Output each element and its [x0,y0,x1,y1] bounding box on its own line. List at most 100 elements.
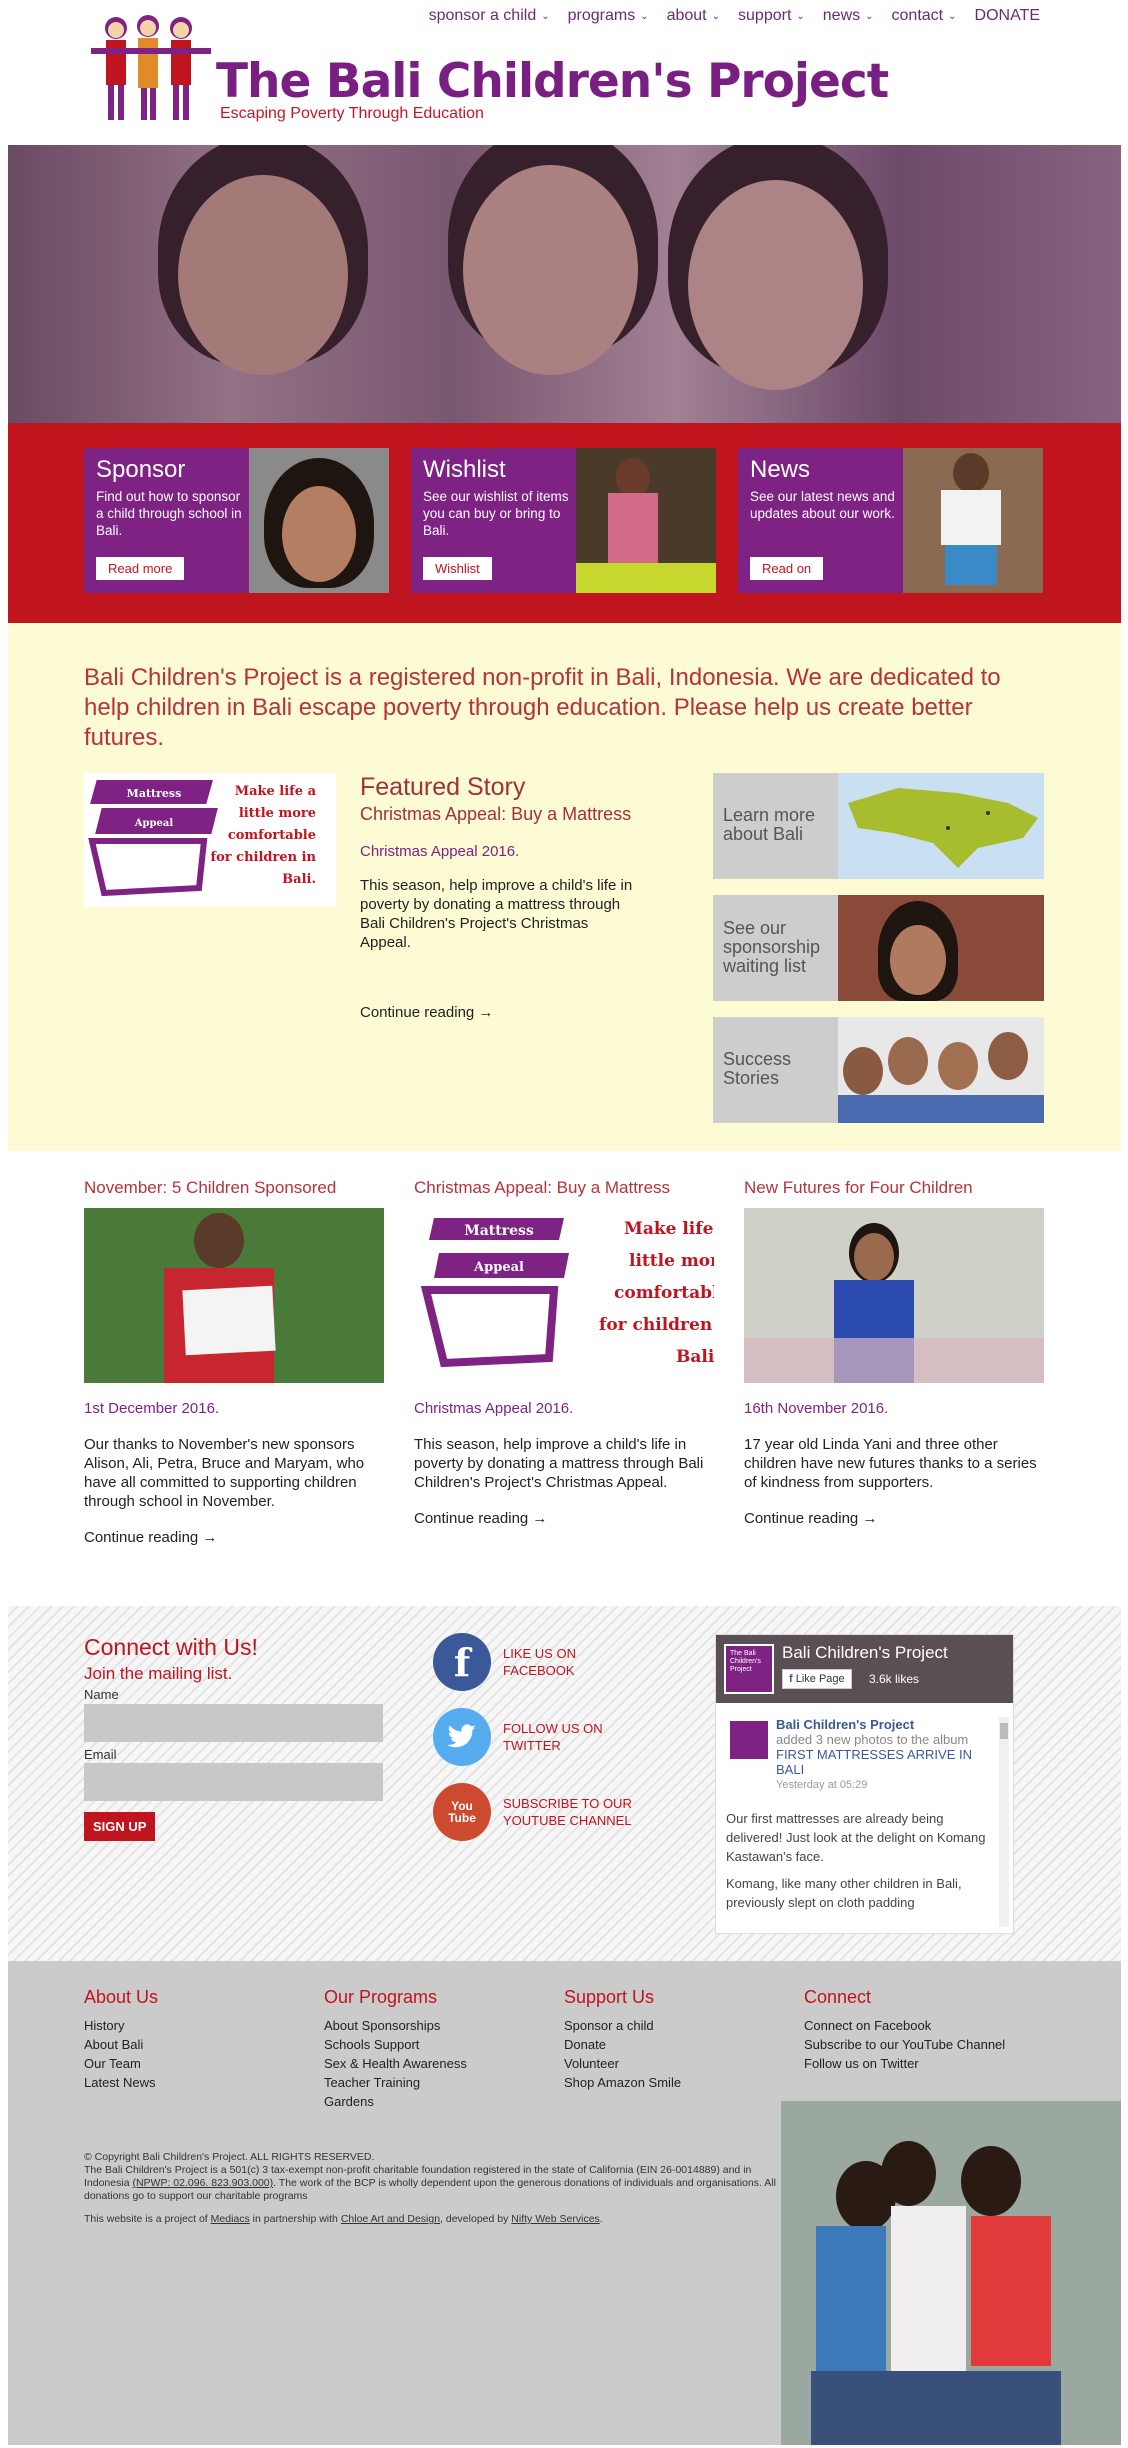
chevron-down-icon: ⌄ [796,10,805,22]
footer-link-youtube[interactable]: Subscribe to our YouTube Channel [804,2035,1005,2054]
footer-legal: © Copyright Bali Children's Project. ALL… [84,2151,794,2226]
email-input[interactable] [84,1763,383,1801]
twitter-link[interactable]: FOLLOW US ON TWITTER [433,1708,633,1766]
sign-up-button[interactable]: SIGN UP [84,1812,156,1841]
nav-label: sponsor a child [428,7,537,24]
learn-about-bali-link[interactable]: Learn more about Bali [713,773,1044,879]
footer-link-our-team[interactable]: Our Team [84,2054,158,2073]
chevron-down-icon: ⌄ [948,10,957,22]
read-more-button[interactable]: Read more [96,557,185,580]
nav-contact[interactable]: contact ⌄ [892,7,957,25]
facebook-widget-header: The Bali Children's Project Bali Childre… [716,1635,1013,1703]
news-post-title[interactable]: Christmas Appeal: Buy a Mattress [414,1178,670,1197]
nav-sponsor-a-child[interactable]: sponsor a child ⌄ [429,7,550,25]
nifty-web-link[interactable]: Nifty Web Services [511,2213,600,2225]
footer-column-support: Support Us Sponsor a child Donate Volunt… [564,1987,681,2092]
read-on-button[interactable]: Read on [750,557,824,580]
facebook-link[interactable]: f LIKE US ON FACEBOOK [433,1633,633,1691]
name-input[interactable] [84,1704,383,1742]
graphic-line: comfortable [228,828,316,843]
featured-story-image[interactable]: Mattress Appeal Make life a little more … [84,773,336,907]
news-card[interactable]: News See our latest news and updates abo… [738,448,1043,593]
like-page-label: Like Page [795,1673,845,1685]
continue-reading-link[interactable]: Continue reading → [360,1004,493,1021]
facebook-page-title[interactable]: Bali Children's Project [782,1643,948,1663]
footer-link-latest-news[interactable]: Latest News [84,2073,158,2092]
mediacs-link[interactable]: Mediacs [211,2213,250,2225]
npwp-link[interactable]: (NPWP: 02.096. 823.903.000) [132,2177,273,2189]
mailing-list-subheading: Join the mailing list. [84,1664,233,1683]
facebook-page-widget[interactable]: The Bali Children's Project Bali Childre… [715,1634,1014,1934]
copyright-text: © Copyright Bali Children's Project. ALL… [84,2151,375,2163]
footer-link-about-sponsorships[interactable]: About Sponsorships [324,2016,467,2035]
footer-link-amazon-smile[interactable]: Shop Amazon Smile [564,2073,681,2092]
site-logo[interactable]: The Bali Children's Project Escaping Pov… [86,10,889,130]
facebook-link-label: LIKE US ON FACEBOOK [503,1646,576,1678]
album-link[interactable]: FIRST MATTRESSES ARRIVE IN BALI [776,1747,986,1777]
chloe-art-link[interactable]: Chloe Art and Design [341,2213,440,2225]
facebook-post: Bali Children's Project added 3 new phot… [726,1717,986,1912]
wishlist-button[interactable]: Wishlist [423,557,492,580]
sponsor-card[interactable]: Sponsor Find out how to sponsor a child … [84,448,389,593]
post-body: Komang, like many other children in Bali… [726,1876,962,1910]
footer-heading: About Us [84,1987,159,2007]
nav-about[interactable]: about ⌄ [667,7,720,25]
graphic-line: Make life a [235,784,317,799]
news-post: New Futures for Four Children 16th Novem… [744,1178,1044,1527]
graphic-line: Make life a [624,1219,714,1239]
hero-image [8,145,1121,423]
news-post-image[interactable] [84,1208,384,1383]
news-post-image[interactable] [744,1208,1044,1383]
connect-section: Connect with Us! Join the mailing list. … [8,1606,1121,1961]
success-stories-link[interactable]: Success Stories [713,1017,1044,1123]
widget-scrollbar[interactable] [999,1717,1009,1927]
footer-link-sex-health[interactable]: Sex & Health Awareness [324,2054,467,2073]
footer-link-volunteer[interactable]: Volunteer [564,2054,681,2073]
site-tagline: Escaping Poverty Through Education [220,105,484,122]
credit-text-part: , developed by [440,2213,509,2225]
youtube-icon: You Tube [433,1783,491,1841]
news-post-date: 1st December 2016. [84,1400,220,1417]
footer-link-schools-support[interactable]: Schools Support [324,2035,467,2054]
footer-link-teacher-training[interactable]: Teacher Training [324,2073,467,2092]
news-post-title[interactable]: November: 5 Children Sponsored [84,1178,336,1197]
poster-name[interactable]: Bali Children's Project [776,1717,986,1732]
footer-link-history[interactable]: History [84,2016,158,2035]
footer-link-twitter[interactable]: Follow us on Twitter [804,2054,1005,2073]
continue-reading-link[interactable]: Continue reading → [84,1529,384,1546]
footer-link-gardens[interactable]: Gardens [324,2092,467,2111]
poster-avatar [730,1721,768,1759]
appeal-label: Appeal [473,1260,524,1275]
legal-text: The Bali Children's Project is a 501(c) … [84,2164,794,2203]
news-post-text: 17 year old Linda Yani and three other c… [744,1436,1037,1491]
footer-link-donate[interactable]: Donate [564,2035,681,2054]
nav-programs[interactable]: programs ⌄ [568,7,649,25]
footer-link-sponsor-child[interactable]: Sponsor a child [564,2016,681,2035]
mission-statement: Bali Children's Project is a registered … [84,664,1001,751]
nav-support[interactable]: support ⌄ [738,7,805,25]
news-post-title[interactable]: New Futures for Four Children [744,1178,973,1197]
continue-reading-link[interactable]: Continue reading → [744,1510,1044,1527]
nav-donate[interactable]: DONATE [975,7,1040,25]
sponsorship-waiting-list-link[interactable]: See our sponsorship waiting list [713,895,1044,1001]
nav-label: DONATE [974,7,1040,24]
youtube-link[interactable]: You Tube SUBSCRIBE TO OUR YOUTUBE CHANNEL [433,1783,633,1841]
post-time: Yesterday at 05:29 [776,1779,868,1791]
continue-reading-link[interactable]: Continue reading → [414,1510,714,1527]
graphic-line: comfortable [614,1283,714,1303]
sponsor-card-image [249,448,389,593]
bali-map-image [838,773,1044,879]
footer-heading: Support Us [564,1987,655,2007]
featured-story-title[interactable]: Christmas Appeal: Buy a Mattress [360,804,631,825]
nav-news[interactable]: news ⌄ [823,7,874,25]
like-page-button[interactable]: f Like Page [782,1669,852,1689]
connect-heading: Connect with Us! [84,1634,258,1660]
footer-column-programs: Our Programs About Sponsorships Schools … [324,1987,467,2111]
footer-link-about-bali[interactable]: About Bali [84,2035,158,2054]
wishlist-card[interactable]: Wishlist See our wishlist of items you c… [411,448,716,593]
footer-column-connect: Connect Connect on Facebook Subscribe to… [804,1987,1005,2073]
graphic-line: for children in [211,850,317,865]
news-post-image[interactable]: Mattress Appeal Make life a little more … [414,1208,714,1383]
mattress-appeal-graphic: Mattress Appeal Make life a little more … [88,780,317,897]
footer-link-facebook[interactable]: Connect on Facebook [804,2016,1005,2035]
